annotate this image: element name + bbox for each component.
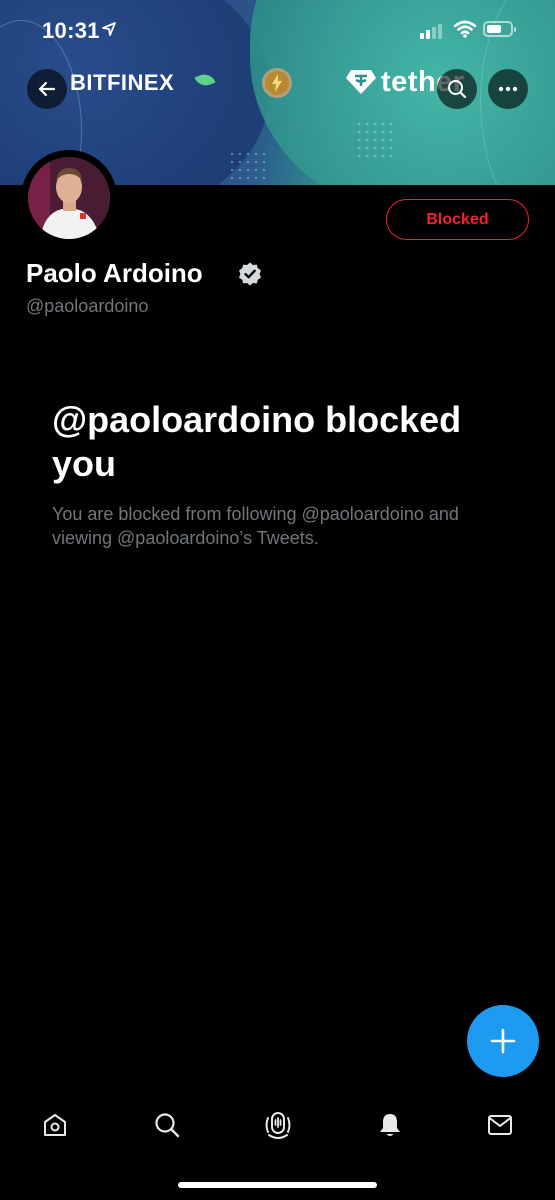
- verified-badge-icon: [239, 262, 261, 286]
- status-time: 10:31: [42, 18, 100, 43]
- tab-search[interactable]: [147, 1105, 187, 1145]
- bottom-tab-bar: [0, 1095, 555, 1155]
- search-button[interactable]: [437, 69, 477, 109]
- profile-avatar[interactable]: [21, 150, 117, 246]
- blocked-notice-description: You are blocked from following @paoloard…: [52, 504, 459, 548]
- tab-messages[interactable]: [480, 1105, 520, 1145]
- search-icon: [155, 1113, 180, 1138]
- more-options-button[interactable]: [488, 69, 528, 109]
- profile-handle: @paoloardoino: [26, 296, 149, 316]
- avatar-photo: [28, 157, 110, 239]
- blocked-notice-title: @paoloardoino blocked you: [52, 399, 462, 484]
- cellular-signal-icon: [420, 24, 442, 39]
- status-bar: 10:31: [0, 0, 555, 62]
- more-horizontal-icon: [498, 86, 518, 92]
- arrow-left-icon: [38, 81, 56, 97]
- spaces-icon: [265, 1112, 291, 1139]
- compose-tweet-button[interactable]: [467, 1005, 539, 1077]
- banner-dots: [228, 150, 268, 185]
- home-icon: [44, 1114, 66, 1136]
- profile-display-name: Paolo Ardoino: [26, 258, 203, 288]
- tab-home[interactable]: [35, 1105, 75, 1145]
- back-button[interactable]: [27, 69, 67, 109]
- bitfinex-logo-text: BITFINEX: [70, 70, 175, 95]
- tab-notifications[interactable]: [370, 1105, 410, 1145]
- banner-dots: [355, 120, 395, 160]
- tab-spaces[interactable]: [258, 1105, 298, 1145]
- tether-logo-icon: [345, 68, 377, 96]
- wifi-icon: [453, 20, 477, 38]
- lightning-icon: [262, 68, 292, 98]
- battery-icon: [483, 21, 516, 37]
- notifications-bell-icon: [380, 1114, 400, 1136]
- plus-icon: [490, 1028, 516, 1054]
- search-icon: [448, 80, 467, 99]
- location-arrow-icon: [102, 22, 116, 36]
- messages-envelope-icon: [488, 1115, 512, 1135]
- home-indicator: [178, 1182, 377, 1188]
- blocked-button[interactable]: Blocked: [386, 199, 529, 240]
